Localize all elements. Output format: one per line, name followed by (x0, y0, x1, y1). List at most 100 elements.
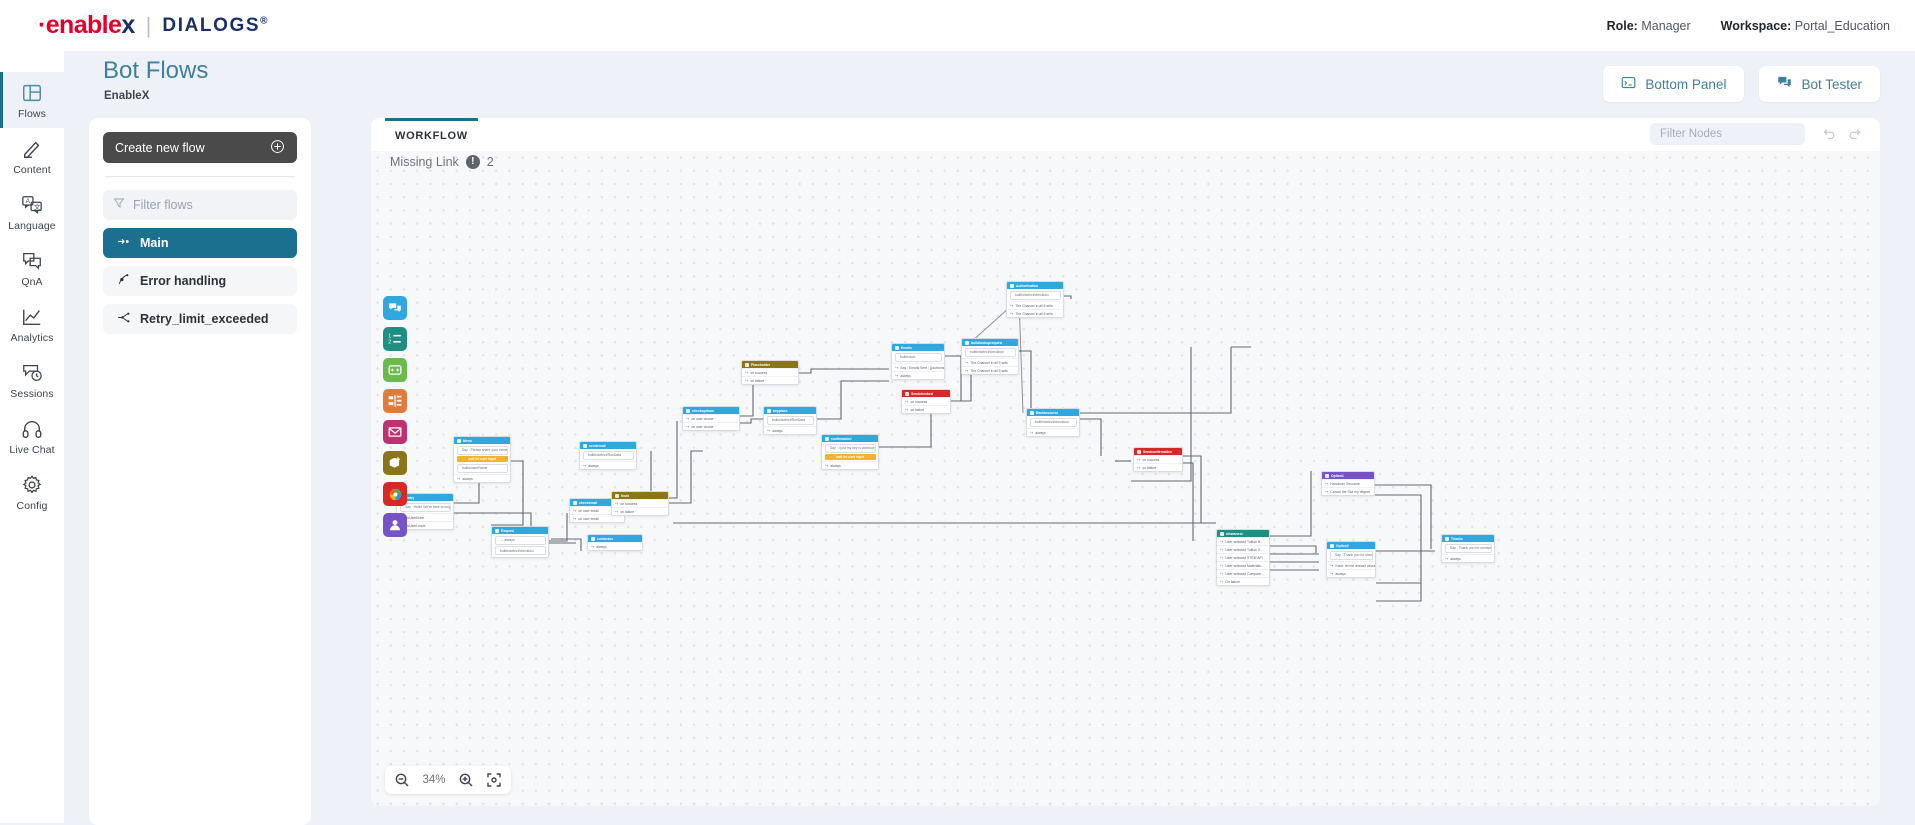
workflow-node[interactable]: Option2 Say : Thank you for sharing your … (1326, 541, 1376, 578)
workflow-node-say-field[interactable]: Say : I just my key is continue. (824, 443, 876, 453)
workflow-node-port[interactable]: ↪ always (822, 461, 878, 469)
flow-item-error-handling[interactable]: Error handling (103, 266, 297, 296)
workflow-node-port[interactable]: ↪ User selected Tuition B... (1217, 537, 1269, 545)
workflow-node[interactable]: Authorisation builtin/select/checkbox ↪ The… (1006, 281, 1064, 318)
fit-screen-button[interactable] (481, 768, 507, 792)
workflow-node-port[interactable]: ↪ The Channel in all 5 sets (962, 358, 1018, 366)
workflow-node[interactable]: Request → always builtin/select/checkbox (491, 526, 549, 558)
brand-logo[interactable]: ·enablex | DIALOGS® (38, 11, 269, 40)
palette-choice-node[interactable]: 12 (383, 327, 407, 351)
workflow-node-port[interactable]: ↪ The Channel in all 5 sets (1007, 301, 1063, 309)
palette-code-node[interactable] (383, 358, 407, 382)
zoom-in-button[interactable] (453, 768, 479, 792)
workflow-node-port[interactable]: ↪ The Channel in all 5 sets (962, 366, 1018, 374)
sidebar-item-language[interactable]: A 文 Language (0, 184, 64, 240)
filter-nodes-input[interactable] (1660, 128, 1795, 140)
workflow-node-field[interactable]: builtin/select/RunData (582, 450, 634, 460)
sidebar-item-sessions[interactable]: Sessions (0, 352, 64, 408)
flow-item-retry-limit-exceeded[interactable]: Retry_limit_exceeded (103, 304, 297, 334)
workflow-node-field[interactable]: builtin/userName (456, 463, 508, 473)
workflow-node-port[interactable]: ↪ User selected Materials... (1217, 561, 1269, 569)
palette-say-something-node[interactable] (383, 296, 407, 320)
workflow-node-port[interactable]: ↪ always (1327, 569, 1375, 577)
undo-icon[interactable] (1822, 126, 1837, 146)
workflow-node-port[interactable]: ↪ On failure (1217, 577, 1269, 585)
workflow-node-port[interactable]: ↪ on failure (742, 376, 798, 384)
workflow-node[interactable]: Node ↪ on success ↪ on failure (611, 491, 669, 516)
sidebar-item-qna[interactable]: QnA (0, 240, 64, 296)
workflow-node-port[interactable]: ↪ always (580, 461, 636, 469)
workflow-node[interactable]: anyplace builtin/select/RunData ↪ always (763, 406, 817, 435)
workflow-node-port[interactable]: ↪Each: let me answer about our products … (1327, 561, 1375, 569)
workflow-node-port[interactable]: ↪ always (1027, 428, 1079, 436)
filter-nodes-box[interactable] (1650, 123, 1805, 145)
workflow-node-port[interactable]: ↪ on failure (902, 405, 950, 413)
tab-workflow[interactable]: WORKFLOW (385, 118, 478, 151)
sidebar-item-analytics[interactable]: Analytics (0, 296, 64, 352)
workflow-node-port[interactable]: ↪ User selected Tuition S... (1217, 545, 1269, 553)
workflow-node[interactable]: Sendconfirmation ↪ on success ↪ on failure (1133, 447, 1183, 472)
workflow-node[interactable]: Option1 ↪ Handover Structure ↪ Cancel the Sl… (1321, 471, 1375, 496)
workflow-node-say-field[interactable]: → always (494, 535, 546, 545)
workflow-node-field[interactable]: builtin/select/checkbox (1029, 417, 1077, 427)
palette-split-node[interactable] (383, 389, 407, 413)
workflow-node[interactable]: Emails builtin/sort ↪ Say : Emails Sent : {… (891, 343, 945, 380)
workflow-node-port[interactable]: ↪ Cancel the Slot my degree (1322, 487, 1374, 495)
workflow-node[interactable]: buildlookuprequest builtin/select/checkbo… (961, 338, 1019, 375)
workflow-node-port[interactable]: ↪ always (588, 542, 642, 550)
redo-icon[interactable] (1847, 126, 1862, 146)
workflow-node-port[interactable]: ↪ on failure (1134, 463, 1182, 471)
workflow-node[interactable]: sendemail builtin/select/RunData ↪ always (579, 441, 637, 470)
workflow-node-port[interactable]: ↪ always (764, 426, 816, 434)
workflow-node[interactable]: Placeholder ↪ on success ↪ on failure (741, 360, 799, 385)
sidebar-item-live-chat[interactable]: Live Chat (0, 408, 64, 464)
workflow-node[interactable]: Menu Say : Please share your name to conn… (453, 436, 511, 483)
workflow-canvas[interactable]: Missing Link ! 2 12 entry Say: Hello! W… (371, 151, 1880, 806)
workflow-node-say-field[interactable]: Say : Thank you for sharing your details… (1329, 550, 1373, 560)
workflow-node-port[interactable]: ↪Say : Emails Sent : {{authorisation... (892, 363, 944, 371)
workflow-node-port[interactable]: ↪ always (454, 474, 510, 482)
workflow-node-port[interactable]: ↪ on user choice (683, 414, 739, 422)
sidebar-item-config[interactable]: Config (0, 464, 64, 520)
workflow-node[interactable]: Thanks Say : Thank you for contacting Ena… (1441, 534, 1495, 563)
workflow-node[interactable]: Sendchecked ↪ on success ↪ on failure (901, 389, 951, 414)
workflow-node-field[interactable]: builtin/select/RunData (766, 415, 814, 425)
workflow-node[interactable]: Backtosource builtin/select/checkbox ↪ alwa… (1026, 408, 1080, 437)
workflow-node[interactable]: whatsnext ↪ User selected Tuition B... ↪ Use… (1216, 529, 1270, 586)
workflow-node[interactable]: confirmation Say : I just my key is conti… (821, 434, 879, 470)
workflow-node-port[interactable]: ↪ always (1442, 554, 1494, 562)
workflow-node-field[interactable]: builtin/sort (894, 352, 942, 362)
sidebar-item-flows[interactable]: Flows (0, 72, 64, 128)
workflow-node-port[interactable]: ↪ on success (1134, 455, 1182, 463)
workflow-node-port[interactable]: ↪ The Channel in all 5 sets (1007, 309, 1063, 317)
workflow-node[interactable]: checkoptions ↪ on user choice ↪ on user choi… (682, 406, 740, 431)
filter-flows-box[interactable] (103, 190, 297, 220)
workflow-node-say-field[interactable]: Say : Hello! We're here to help (399, 502, 451, 512)
workflow-node-port[interactable]: ↪ on success (742, 368, 798, 376)
create-new-flow-button[interactable]: Create new flow (103, 132, 297, 163)
palette-skill-node[interactable] (383, 451, 407, 475)
bot-tester-button[interactable]: Bot Tester (1759, 66, 1880, 102)
workflow-node-port[interactable]: ↪ always (892, 371, 944, 379)
workflow-node[interactable]: contactus ↪ always (587, 534, 643, 551)
bottom-panel-button[interactable]: Bottom Panel (1603, 66, 1745, 102)
filter-flows-input[interactable] (133, 198, 287, 212)
palette-email-node[interactable] (383, 420, 407, 444)
workflow-node-port[interactable]: ↪ on success (902, 397, 950, 405)
workflow-node-port[interactable]: ↪ on user choice (683, 422, 739, 430)
flow-item-main[interactable]: Main (103, 228, 297, 258)
workflow-node-port[interactable]: ↪ Handover Structure (1322, 479, 1374, 487)
workflow-node-field[interactable]: builtin/select/checkbox (964, 347, 1016, 357)
workflow-node-say-field[interactable]: Say : Thank you for contacting Enable... (1444, 543, 1492, 553)
workflow-node-port[interactable]: ↪ User selected STEM API (1217, 553, 1269, 561)
workflow-node-port[interactable]: ↪ User selected Compare... (1217, 569, 1269, 577)
workflow-node-port[interactable]: ↪ on success (612, 499, 668, 507)
workflow-node-field[interactable]: builtin/select/checkbox (494, 546, 546, 555)
palette-integration-node[interactable] (383, 482, 407, 506)
workflow-node-field[interactable]: builtin/select/checkbox (1009, 290, 1061, 300)
workflow-node-port[interactable]: ↪ on failure (612, 507, 668, 515)
sidebar-item-content[interactable]: Content (0, 128, 64, 184)
zoom-out-button[interactable] (389, 768, 415, 792)
palette-agent-node[interactable] (383, 513, 407, 537)
workflow-node-say-field[interactable]: Say : Please share your name to connect.… (456, 445, 508, 455)
